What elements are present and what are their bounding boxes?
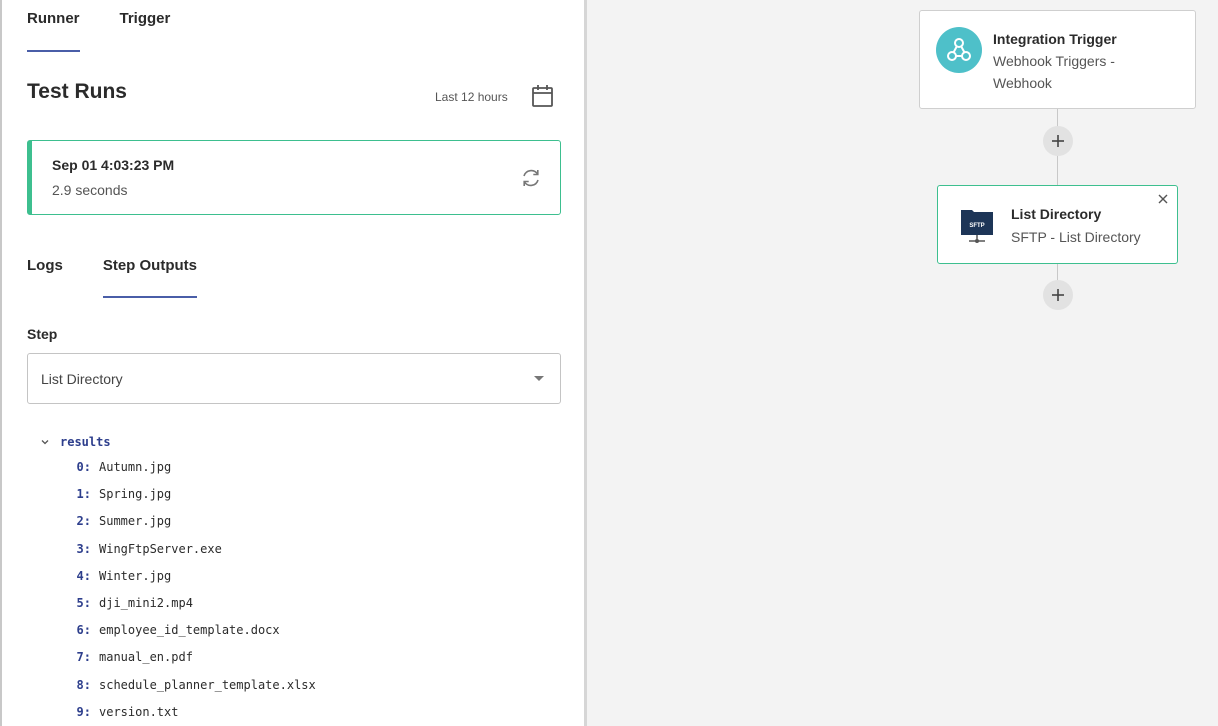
test-run-card[interactable]: Sep 01 4:03:23 PM 2.9 seconds xyxy=(27,140,561,215)
list-directory-node-subtitle: SFTP - List Directory xyxy=(1011,229,1141,245)
result-index: 0: xyxy=(76,460,91,474)
output-tabs: Logs Step Outputs xyxy=(27,250,198,298)
run-timestamp: Sep 01 4:03:23 PM xyxy=(52,157,175,173)
list-directory-node[interactable]: SFTP List Directory SFTP - List Director… xyxy=(937,185,1178,264)
result-index: 6: xyxy=(76,623,91,638)
list-item: 7: manual_en.pdf xyxy=(62,650,316,677)
close-icon[interactable] xyxy=(1157,193,1169,205)
refresh-icon[interactable] xyxy=(520,167,542,189)
step-select[interactable]: List Directory xyxy=(27,353,561,404)
result-index: 7: xyxy=(76,650,91,665)
trigger-node-subtitle-line1: Webhook Triggers - xyxy=(993,53,1115,69)
run-duration: 2.9 seconds xyxy=(52,182,128,198)
runner-panel: Runner Trigger Test Runs Last 12 hours S… xyxy=(0,0,587,726)
calendar-icon[interactable] xyxy=(528,82,556,110)
result-value: schedule_planner_template.xlsx xyxy=(99,677,316,692)
tab-step-outputs[interactable]: Step Outputs xyxy=(102,250,198,298)
flow-canvas[interactable]: Integration Trigger Webhook Triggers - W… xyxy=(590,0,1218,726)
result-value: Spring.jpg xyxy=(99,487,172,502)
results-toggle[interactable]: results xyxy=(40,433,316,451)
add-step-button[interactable] xyxy=(1043,280,1073,310)
integration-trigger-node[interactable]: Integration Trigger Webhook Triggers - W… xyxy=(919,10,1196,109)
result-value: WingFtpServer.exe xyxy=(99,541,222,556)
result-index: 9: xyxy=(76,704,91,719)
list-item: 0: Autumn.jpg xyxy=(62,460,316,487)
result-value: version.txt xyxy=(99,704,179,719)
results-list: 0: Autumn.jpg 1: Spring.jpg 2: Summer.jpg 3: Wi… xyxy=(62,460,316,726)
result-index: 8: xyxy=(76,677,91,692)
result-value: Autumn.jpg xyxy=(99,460,172,474)
list-item: 2: Summer.jpg xyxy=(62,514,316,541)
time-range-label[interactable]: Last 12 hours xyxy=(435,90,508,104)
result-index: 5: xyxy=(76,595,91,610)
chevron-down-icon xyxy=(534,376,544,381)
runner-tabs: Runner Trigger xyxy=(27,0,170,52)
sftp-icon: SFTP xyxy=(961,210,993,243)
trigger-node-title: Integration Trigger xyxy=(993,31,1117,47)
list-item: 3: WingFtpServer.exe xyxy=(62,542,316,569)
list-item: 9: version.txt xyxy=(62,705,316,726)
result-index: 4: xyxy=(76,568,91,583)
trigger-node-subtitle: Webhook Triggers - Webhook xyxy=(993,50,1115,94)
add-step-button[interactable] xyxy=(1043,126,1073,156)
chevron-down-icon xyxy=(41,440,49,445)
list-item: 8: schedule_planner_template.xlsx xyxy=(62,678,316,705)
tab-runner[interactable]: Runner xyxy=(27,0,80,52)
tab-logs[interactable]: Logs xyxy=(27,250,63,298)
list-directory-node-title: List Directory xyxy=(1011,206,1102,222)
results-tree: results 0: Autumn.jpg 1: Spring.jpg 2: Summer… xyxy=(40,433,316,726)
list-item: 1: Spring.jpg xyxy=(62,487,316,514)
list-item: 5: dji_mini2.mp4 xyxy=(62,596,316,623)
tab-trigger[interactable]: Trigger xyxy=(120,0,171,52)
results-key: results xyxy=(60,435,111,449)
result-index: 3: xyxy=(76,541,91,556)
result-index: 2: xyxy=(76,514,91,529)
result-value: dji_mini2.mp4 xyxy=(99,595,193,610)
result-value: manual_en.pdf xyxy=(99,650,193,665)
test-runs-title: Test Runs xyxy=(27,80,127,103)
sftp-icon-label: SFTP xyxy=(969,223,984,229)
result-value: Winter.jpg xyxy=(99,568,172,583)
webhook-icon xyxy=(936,27,982,73)
result-index: 1: xyxy=(76,487,91,502)
step-label: Step xyxy=(27,326,58,342)
plus-icon xyxy=(1052,135,1064,147)
plus-icon xyxy=(1052,289,1064,301)
trigger-node-subtitle-line2: Webhook xyxy=(993,75,1052,91)
result-value: employee_id_template.docx xyxy=(99,623,280,638)
list-item: 6: employee_id_template.docx xyxy=(62,623,316,650)
step-select-value: List Directory xyxy=(41,371,123,387)
result-value: Summer.jpg xyxy=(99,514,172,529)
list-item: 4: Winter.jpg xyxy=(62,569,316,596)
